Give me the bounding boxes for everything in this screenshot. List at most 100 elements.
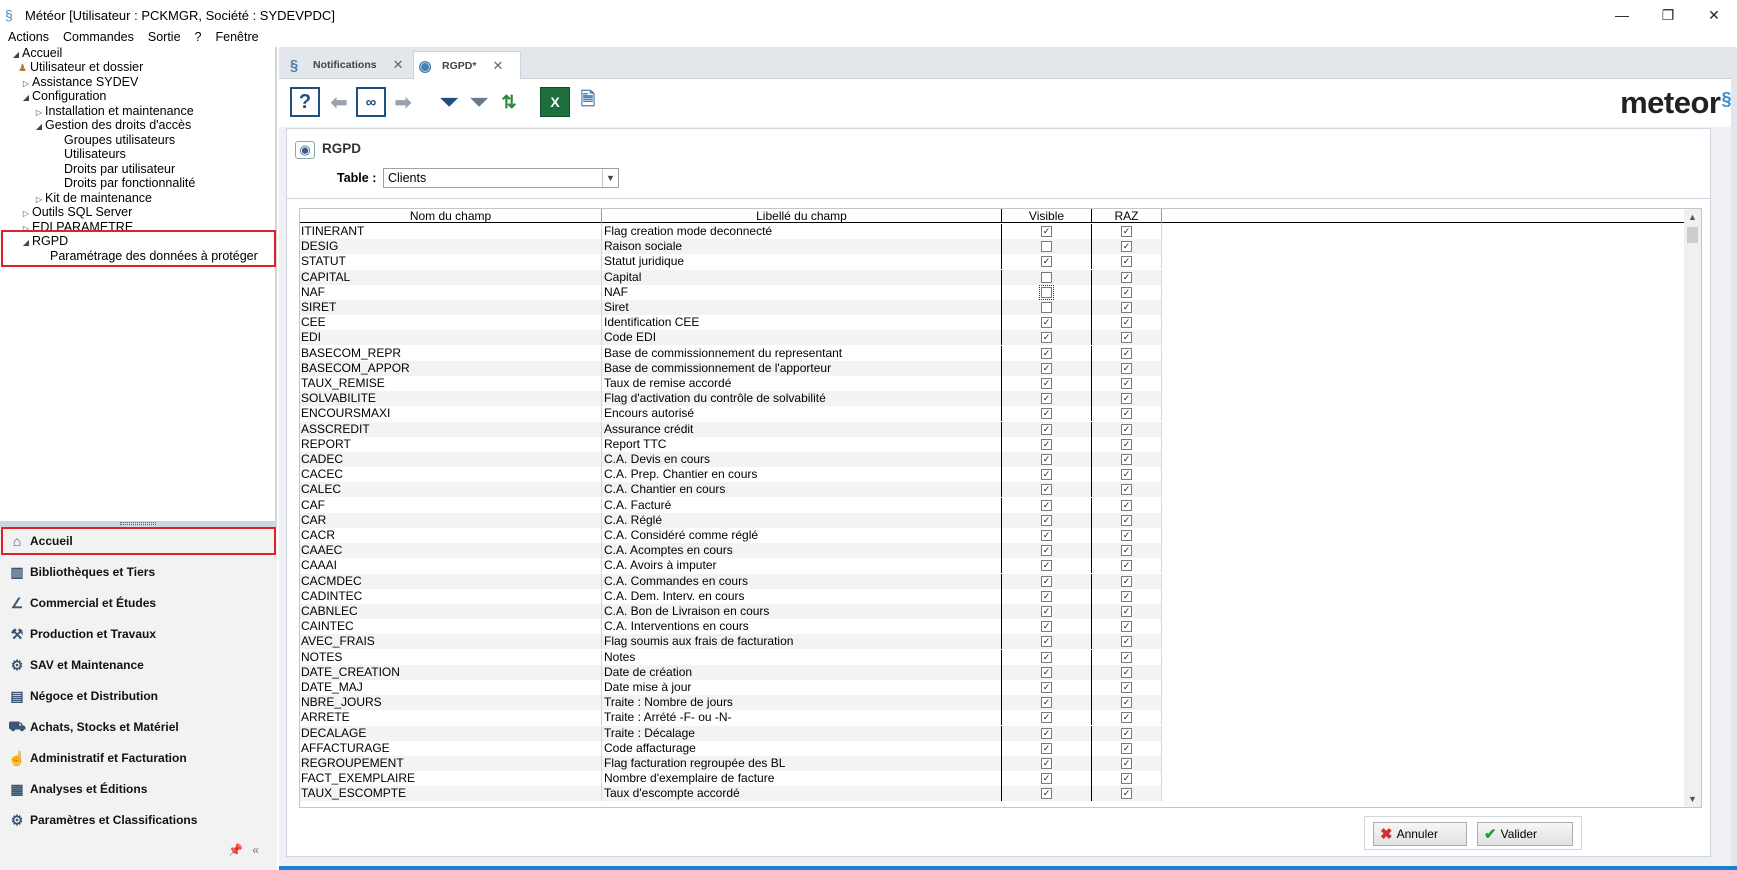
visible-checkbox[interactable]: ✓ [1041,667,1052,678]
raz-checkbox[interactable]: ✓ [1121,560,1132,571]
raz-checkbox[interactable]: ✓ [1121,667,1132,678]
menu-actions[interactable]: Actions [8,30,49,44]
table-row[interactable]: BASECOM_APPOR Base de commissionnement de… [300,361,1162,376]
vertical-scrollbar[interactable]: ▲ ▼ [1684,209,1701,807]
raz-checkbox[interactable]: ✓ [1121,773,1132,784]
visible-checkbox[interactable]: ✓ [1041,743,1052,754]
module-achats[interactable]: ⛟ Achats, Stocks et Matériel [0,713,277,741]
validate-button[interactable]: ✔ Valider [1477,822,1573,846]
table-row[interactable]: STATUT Statut juridique ✓ ✓ [300,254,1162,269]
raz-checkbox[interactable]: ✓ [1121,500,1132,511]
raz-checkbox[interactable]: ✓ [1121,652,1132,663]
table-row[interactable]: CEE Identification CEE ✓ ✓ [300,315,1162,330]
tree-item-droits[interactable]: ◢ Gestion des droits d'accès [33,117,191,133]
column-header-label[interactable]: Libellé du champ [602,209,1002,223]
visible-checkbox[interactable]: ✓ [1041,439,1052,450]
table-row[interactable]: NOTES Notes ✓ ✓ [300,650,1162,665]
raz-checkbox[interactable]: ✓ [1121,545,1132,556]
visible-checkbox[interactable]: ✓ [1041,591,1052,602]
cell-field-label[interactable]: Flag creation mode deconnecté [602,224,1002,239]
cell-field-label[interactable]: Flag facturation regroupée des BL [602,756,1002,771]
close-tab-icon[interactable]: ✕ [393,57,404,73]
cell-field-label[interactable]: Raison sociale [602,239,1002,254]
help-icon[interactable]: ? [290,87,320,117]
binoculars-icon[interactable]: ∞ [356,87,386,117]
visible-checkbox[interactable] [1041,272,1052,283]
raz-checkbox[interactable]: ✓ [1121,636,1132,647]
cell-field-label[interactable]: C.A. Commandes en cours [602,574,1002,589]
visible-checkbox[interactable]: ✓ [1041,697,1052,708]
cell-field-label[interactable]: Flag d'activation du contrôle de solvabi… [602,391,1002,406]
cell-field-name[interactable]: SIRET [300,300,602,315]
visible-checkbox[interactable]: ✓ [1041,652,1052,663]
cell-field-name[interactable]: FACT_EXEMPLAIRE [300,771,602,786]
table-row[interactable]: DESIG Raison sociale ✓ [300,239,1162,254]
visible-checkbox[interactable]: ✓ [1041,500,1052,511]
cell-field-name[interactable]: ARRETE [300,710,602,725]
cell-field-label[interactable]: Capital [602,270,1002,285]
visible-checkbox[interactable]: ✓ [1041,682,1052,693]
tree-item-utilisateurs[interactable]: Utilisateurs [64,146,126,162]
cell-field-name[interactable]: AVEC_FRAIS [300,634,602,649]
cell-field-label[interactable]: Traite : Arrété -F- ou -N- [602,710,1002,725]
menu-help[interactable]: ? [195,30,202,44]
table-row[interactable]: REGROUPEMENT Flag facturation regroupée d… [300,756,1162,771]
table-row[interactable]: CAR C.A. Réglé ✓ ✓ [300,513,1162,528]
raz-checkbox[interactable]: ✓ [1121,408,1132,419]
raz-checkbox[interactable]: ✓ [1121,758,1132,769]
cell-field-label[interactable]: C.A. Acomptes en cours [602,543,1002,558]
tree-item-outils-sql[interactable]: ▷ Outils SQL Server [20,204,132,220]
cell-field-label[interactable]: Notes [602,650,1002,665]
table-row[interactable]: ITINERANT Flag creation mode deconnecté ✓ ✓ [300,224,1162,239]
cell-field-name[interactable]: ENCOURSMAXI [300,406,602,421]
cancel-button[interactable]: ✖ Annuler [1373,822,1467,846]
chevron-down-icon[interactable]: ▼ [602,169,618,187]
restore-button[interactable]: ❐ [1645,0,1691,30]
cell-field-name[interactable]: CAPITAL [300,270,602,285]
table-row[interactable]: CAF C.A. Facturé ✓ ✓ [300,498,1162,513]
cell-field-label[interactable]: Nombre d'exemplaire de facture [602,771,1002,786]
table-row[interactable]: CACMDEC C.A. Commandes en cours ✓ ✓ [300,574,1162,589]
table-row[interactable]: DATE_CREATION Date de création ✓ ✓ [300,665,1162,680]
table-row[interactable]: CACEC C.A. Prep. Chantier en cours ✓ ✓ [300,467,1162,482]
cell-field-label[interactable]: C.A. Chantier en cours [602,482,1002,497]
table-row[interactable]: FACT_EXEMPLAIRE Nombre d'exemplaire de fa… [300,771,1162,786]
visible-checkbox[interactable]: ✓ [1041,484,1052,495]
table-row[interactable]: REPORT Report TTC ✓ ✓ [300,437,1162,452]
visible-checkbox[interactable]: ✓ [1041,560,1052,571]
visible-checkbox[interactable]: ✓ [1041,393,1052,404]
cell-field-label[interactable]: C.A. Dem. Interv. en cours [602,589,1002,604]
raz-checkbox[interactable]: ✓ [1121,454,1132,465]
visible-checkbox[interactable] [1041,302,1052,313]
table-row[interactable]: CAINTEC C.A. Interventions en cours ✓ ✓ [300,619,1162,634]
raz-checkbox[interactable]: ✓ [1121,576,1132,587]
cell-field-name[interactable]: NAF [300,285,602,300]
table-row[interactable]: ENCOURSMAXI Encours autorisé ✓ ✓ [300,406,1162,421]
visible-checkbox[interactable]: ✓ [1041,530,1052,541]
cell-field-label[interactable]: C.A. Considéré comme réglé [602,528,1002,543]
cell-field-name[interactable]: CAINTEC [300,619,602,634]
table-row[interactable]: CACR C.A. Considéré comme réglé ✓ ✓ [300,528,1162,543]
cell-field-name[interactable]: AFFACTURAGE [300,741,602,756]
raz-checkbox[interactable]: ✓ [1121,241,1132,252]
pin-icon[interactable]: 📌 [228,843,243,857]
column-header-visible[interactable]: Visible [1002,209,1092,223]
visible-checkbox[interactable]: ✓ [1041,712,1052,723]
raz-checkbox[interactable]: ✓ [1121,317,1132,328]
cell-field-label[interactable]: Date mise à jour [602,680,1002,695]
raz-checkbox[interactable]: ✓ [1121,256,1132,267]
table-row[interactable]: AVEC_FRAIS Flag soumis aux frais de factu… [300,634,1162,649]
cell-field-name[interactable]: BASECOM_REPR [300,346,602,361]
cell-field-label[interactable]: Statut juridique [602,254,1002,269]
cell-field-label[interactable]: Base de commissionnement du representant [602,346,1002,361]
visible-checkbox[interactable]: ✓ [1041,788,1052,799]
cell-field-name[interactable]: ITINERANT [300,224,602,239]
raz-checkbox[interactable]: ✓ [1121,712,1132,723]
tree-item-configuration[interactable]: ◢ Configuration [20,88,106,104]
raz-checkbox[interactable]: ✓ [1121,515,1132,526]
visible-checkbox[interactable]: ✓ [1041,515,1052,526]
tree-item-users-folder[interactable]: ♟ Utilisateur et dossier [18,59,143,75]
visible-checkbox[interactable] [1039,285,1054,300]
visible-checkbox[interactable]: ✓ [1041,332,1052,343]
cell-field-label[interactable]: Siret [602,300,1002,315]
